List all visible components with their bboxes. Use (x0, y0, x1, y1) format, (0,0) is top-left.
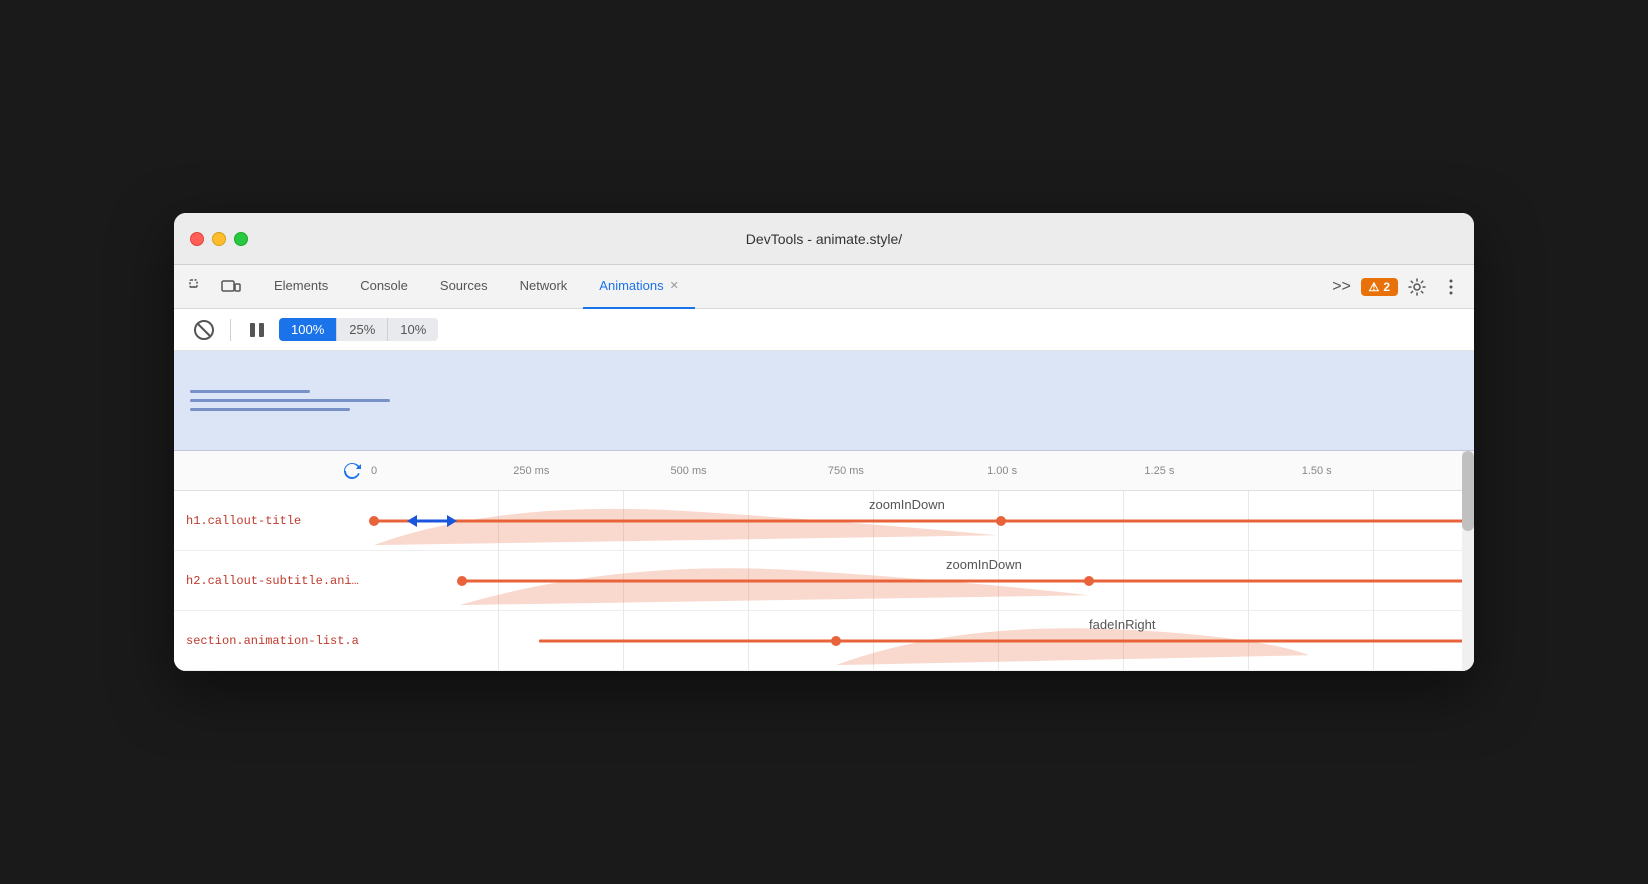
anim-dot-3-start[interactable] (831, 636, 841, 646)
tab-elements[interactable]: Elements (258, 265, 344, 309)
title-bar: DevTools - animate.style/ (174, 213, 1474, 265)
anim-dot-1-start[interactable] (369, 516, 379, 526)
tab-right-controls: >> ⚠ 2 (1327, 272, 1466, 302)
ruler-mark-250: 250 ms (513, 465, 549, 477)
anim-bar-1 (374, 519, 1474, 522)
timeline-area: 0 250 ms 500 ms 750 ms 1.00 s 1.25 s 1.5… (174, 451, 1474, 671)
anim-track-1[interactable]: zoomInDown (374, 491, 1474, 550)
anim-track-3[interactable]: fadeInRight (374, 611, 1474, 670)
tab-bar: Elements Console Sources Network Animati… (174, 265, 1474, 309)
devtools-body: Elements Console Sources Network Animati… (174, 265, 1474, 671)
toolbar-divider (230, 319, 231, 341)
ruler-mark-1s: 1.00 s (987, 465, 1017, 477)
pause-animations-icon[interactable] (243, 316, 271, 344)
badge-count: 2 (1383, 280, 1390, 294)
ruler-mark-500: 500 ms (671, 465, 707, 477)
ruler-mark-150: 1.50 s (1302, 465, 1332, 477)
ruler-mark-125: 1.25 s (1144, 465, 1174, 477)
maximize-button[interactable] (234, 232, 248, 246)
speed-10-button[interactable]: 10% (388, 318, 438, 341)
tab-animations[interactable]: Animations ✕ (583, 265, 695, 309)
anim-name-3: fadeInRight (1089, 617, 1156, 632)
replay-button[interactable] (338, 457, 366, 485)
anim-bar-3 (539, 639, 1474, 642)
anim-dot-1-end[interactable] (996, 516, 1006, 526)
anim-label-2: h2.callout-subtitle.anima (174, 574, 374, 588)
tab-bar-icons (182, 272, 246, 302)
drag-arrow-1[interactable] (407, 510, 457, 532)
scrollbar-thumb[interactable] (1462, 451, 1474, 531)
tab-animations-close[interactable]: ✕ (670, 279, 679, 292)
no-throttle-icon[interactable] (190, 316, 218, 344)
anim-track-2[interactable]: zoomInDown (374, 551, 1474, 610)
window-title: DevTools - animate.style/ (746, 231, 902, 247)
speed-100-button[interactable]: 100% (279, 318, 337, 341)
ruler-left (174, 457, 374, 485)
anim-row-2: h2.callout-subtitle.anima zoomInDown (174, 551, 1474, 611)
traffic-lights (190, 232, 248, 246)
anim-name-2: zoomInDown (946, 557, 1022, 572)
ruler-mark-0: 0 (371, 465, 377, 477)
animation-toolbar: 100% 25% 10% (174, 309, 1474, 351)
close-button[interactable] (190, 232, 204, 246)
tab-network[interactable]: Network (504, 265, 584, 309)
minimize-button[interactable] (212, 232, 226, 246)
speed-25-button[interactable]: 25% (337, 318, 388, 341)
tab-console[interactable]: Console (344, 265, 424, 309)
anim-label-3: section.animation-list.a (174, 634, 374, 648)
ruler-mark-750: 750 ms (828, 465, 864, 477)
tab-sources[interactable]: Sources (424, 265, 504, 309)
preview-line-2 (190, 399, 390, 402)
inspect-element-icon[interactable] (182, 272, 212, 302)
speed-buttons: 100% 25% 10% (279, 318, 438, 341)
anim-bar-2 (462, 579, 1474, 582)
devtools-window: DevTools - animate.style/ (174, 213, 1474, 671)
anim-dot-2-start[interactable] (457, 576, 467, 586)
anim-row-1: h1.callout-title (174, 491, 1474, 551)
anim-row-3: section.animation-list.a fadeInRight (174, 611, 1474, 671)
timeline-ruler: 0 250 ms 500 ms 750 ms 1.00 s 1.25 s 1.5… (174, 451, 1474, 491)
preview-line-3 (190, 408, 350, 411)
device-toggle-icon[interactable] (216, 272, 246, 302)
more-tabs-button[interactable]: >> (1327, 272, 1357, 302)
anim-dot-2-end[interactable] (1084, 576, 1094, 586)
anim-name-1: zoomInDown (869, 497, 945, 512)
preview-line-1 (190, 390, 310, 393)
anim-label-1: h1.callout-title (174, 514, 374, 528)
main-area: 0 250 ms 500 ms 750 ms 1.00 s 1.25 s 1.5… (174, 351, 1474, 671)
preview-panel (174, 351, 1474, 451)
more-options-icon[interactable] (1436, 272, 1466, 302)
preview-lines (190, 390, 390, 411)
ruler-marks: 0 250 ms 500 ms 750 ms 1.00 s 1.25 s 1.5… (374, 451, 1474, 491)
settings-icon[interactable] (1402, 272, 1432, 302)
scrollbar-track (1462, 451, 1474, 671)
animation-rows: h1.callout-title (174, 491, 1474, 671)
badge-warning-button[interactable]: ⚠ 2 (1361, 278, 1398, 296)
badge-icon: ⚠ (1369, 280, 1380, 294)
